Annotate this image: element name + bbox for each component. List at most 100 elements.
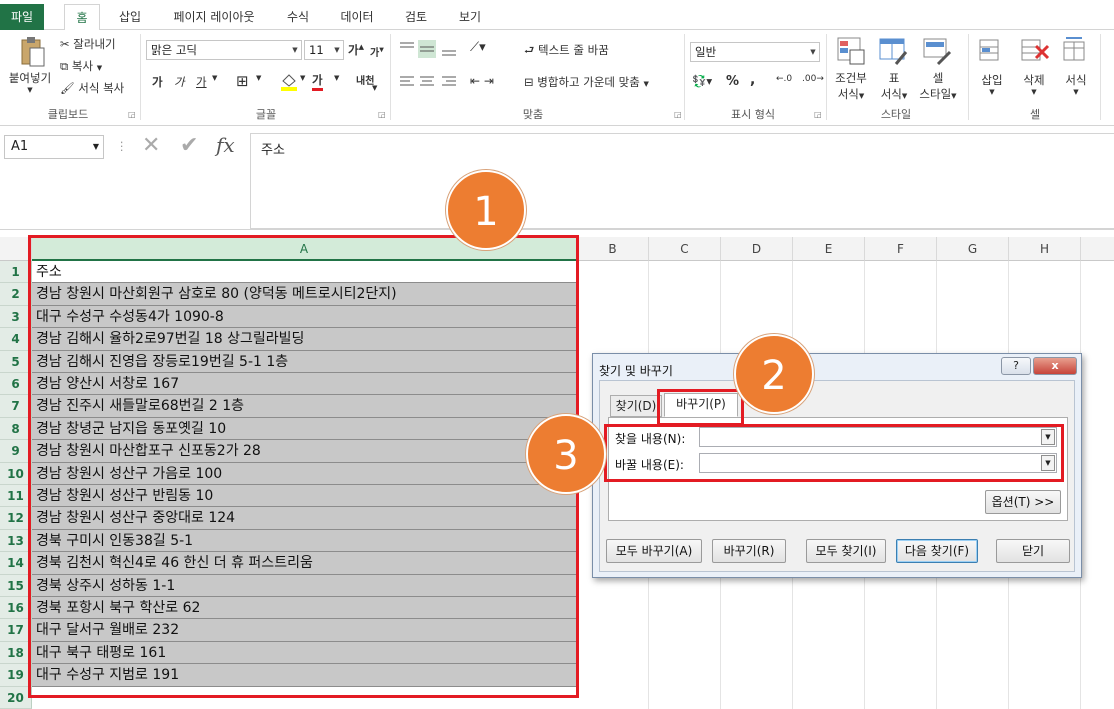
fill-color-icon[interactable]: [280, 72, 298, 92]
underline-button[interactable]: 가: [196, 74, 207, 90]
font-size-combo[interactable]: 11 ▼: [304, 40, 344, 60]
merge-center-button[interactable]: ⊟ 병합하고 가운데 맞춤 ▼: [524, 74, 649, 90]
conditional-format-label-2-text: 서식: [837, 87, 859, 101]
find-next-button[interactable]: 다음 찾기(F): [896, 539, 978, 563]
dialog-launcher-icon[interactable]: ◲: [128, 110, 136, 119]
more-icon: ⋮: [116, 139, 128, 153]
tab-formulas[interactable]: 수식: [278, 4, 318, 30]
insert-function-button[interactable]: fx: [216, 133, 235, 157]
tab-insert[interactable]: 삽입: [112, 4, 148, 30]
chevron-down-icon: ▼: [334, 46, 340, 54]
name-box[interactable]: A1 ▼: [4, 135, 104, 159]
column-header-f[interactable]: F: [865, 237, 937, 261]
options-button[interactable]: 옵션(T) >>: [985, 490, 1061, 514]
percent-button[interactable]: %: [726, 74, 739, 89]
tab-home[interactable]: 홈: [64, 4, 100, 31]
format-cells-button[interactable]: 서식 ▼: [1056, 72, 1096, 96]
shrink-font-button[interactable]: 가▼: [370, 44, 384, 59]
copy-label: 복사: [71, 59, 94, 73]
increase-decimal-icon[interactable]: ←.0: [776, 74, 792, 84]
delete-cells-icon[interactable]: [1020, 36, 1050, 66]
merge-icon: ⊟: [524, 75, 538, 89]
orientation-icon[interactable]: ⟋▾: [470, 40, 486, 55]
column-header-d[interactable]: D: [721, 237, 793, 261]
font-name-combo[interactable]: 맑은 고딕 ▼: [146, 40, 302, 60]
chevron-down-icon: ▼: [1073, 88, 1079, 96]
find-all-button[interactable]: 모두 찾기(I): [806, 539, 886, 563]
paste-dropdown-icon[interactable]: ▼: [24, 86, 36, 94]
tab-view[interactable]: 보기: [450, 4, 490, 30]
chevron-down-icon[interactable]: ▼: [212, 74, 217, 82]
replace-button[interactable]: 바꾸기(R): [712, 539, 786, 563]
vertical-align-icons[interactable]: [398, 40, 458, 58]
number-format-combo[interactable]: 일반 ▼: [690, 42, 820, 62]
callout-badge-1: 1: [446, 170, 526, 250]
paste-button[interactable]: 붙여넣기: [4, 70, 56, 86]
name-box-value: A1: [11, 139, 29, 154]
tab-find[interactable]: 찾기(D): [610, 395, 662, 417]
column-header-g[interactable]: G: [937, 237, 1009, 261]
dialog-launcher-icon[interactable]: ◲: [814, 110, 822, 119]
conditional-format-label-2: 서식▼: [828, 86, 874, 102]
bold-button[interactable]: 가: [152, 74, 163, 90]
decrease-decimal-icon[interactable]: .00→: [802, 74, 824, 84]
chevron-down-icon[interactable]: ▼: [256, 74, 261, 82]
copy-button[interactable]: ⧉ 복사 ▼: [60, 58, 102, 74]
format-cells-icon[interactable]: [1062, 36, 1090, 66]
close-button[interactable]: 닫기: [996, 539, 1070, 563]
formula-input[interactable]: 주소: [250, 133, 1114, 229]
wrap-text-button[interactable]: ⮐ 텍스트 줄 바꿈: [524, 42, 609, 62]
column-header-h[interactable]: H: [1009, 237, 1081, 261]
format-painter-button[interactable]: 🖌 서식 복사: [60, 80, 124, 96]
italic-button[interactable]: 가: [174, 74, 185, 90]
enter-icon[interactable]: ✔: [180, 133, 198, 158]
brush-icon: 🖌: [60, 81, 79, 95]
replace-all-button[interactable]: 모두 바꾸기(A): [606, 539, 702, 563]
column-header-b[interactable]: B: [577, 237, 649, 261]
chevron-down-icon: ▼: [810, 48, 816, 56]
insert-cells-label: 삽입: [981, 73, 1003, 87]
horizontal-align-icons[interactable]: [398, 74, 458, 90]
tab-page-layout[interactable]: 페이지 레이아웃: [162, 4, 266, 30]
group-label-alignment: 맞춤: [522, 108, 544, 121]
wrap-text-icon: ⮐: [524, 43, 539, 57]
close-window-button[interactable]: x: [1033, 357, 1077, 375]
number-format-value: 일반: [695, 45, 717, 59]
insert-cells-button[interactable]: 삽입 ▼: [972, 72, 1012, 96]
indent-icons[interactable]: ⇤ ⇥: [470, 74, 494, 88]
format-as-table-button[interactable]: 표 서식▼: [872, 70, 916, 102]
dialog-launcher-icon[interactable]: ◲: [378, 110, 386, 119]
cell-styles-button[interactable]: 셀 스타일▼: [912, 70, 964, 102]
cancel-icon[interactable]: ✕: [142, 133, 160, 158]
cell-styles-label-2: 스타일▼: [912, 86, 964, 102]
delete-cells-button[interactable]: 삭제 ▼: [1014, 72, 1054, 96]
help-button[interactable]: ?: [1001, 357, 1031, 375]
column-header-e[interactable]: E: [793, 237, 865, 261]
cut-button[interactable]: ✂ 잘라내기: [60, 36, 116, 52]
format-table-icon[interactable]: [878, 36, 908, 66]
border-icon[interactable]: ⊞: [236, 72, 249, 90]
comma-button[interactable]: ,: [750, 72, 755, 88]
paste-icon[interactable]: [18, 36, 46, 68]
chevron-down-icon[interactable]: ▼: [372, 84, 377, 92]
group-separator: [684, 34, 685, 120]
format-as-table-label-2-text: 서식: [880, 87, 902, 101]
wrap-text-label: 텍스트 줄 바꿈: [538, 43, 609, 57]
conditional-format-icon[interactable]: [836, 36, 866, 66]
conditional-format-label-1: 조건부: [835, 71, 867, 85]
dialog-launcher-icon[interactable]: ◲: [674, 110, 682, 119]
chevron-down-icon[interactable]: ▼: [300, 74, 305, 82]
column-header-c[interactable]: C: [649, 237, 721, 261]
grow-font-button[interactable]: 가▲: [348, 42, 364, 58]
highlight-column-a: [28, 235, 579, 698]
scissors-icon: ✂: [60, 37, 74, 51]
chevron-down-icon[interactable]: ▼: [334, 74, 339, 82]
tab-review[interactable]: 검토: [396, 4, 436, 30]
accounting-format-icon[interactable]: 💱▾: [692, 74, 712, 88]
cell-styles-icon[interactable]: [922, 36, 952, 66]
insert-cells-icon[interactable]: [978, 36, 1006, 66]
conditional-format-button[interactable]: 조건부 서식▼: [828, 70, 874, 102]
font-color-button[interactable]: 가: [312, 72, 323, 91]
tab-file[interactable]: 파일: [0, 4, 44, 30]
tab-data[interactable]: 데이터: [334, 4, 380, 30]
